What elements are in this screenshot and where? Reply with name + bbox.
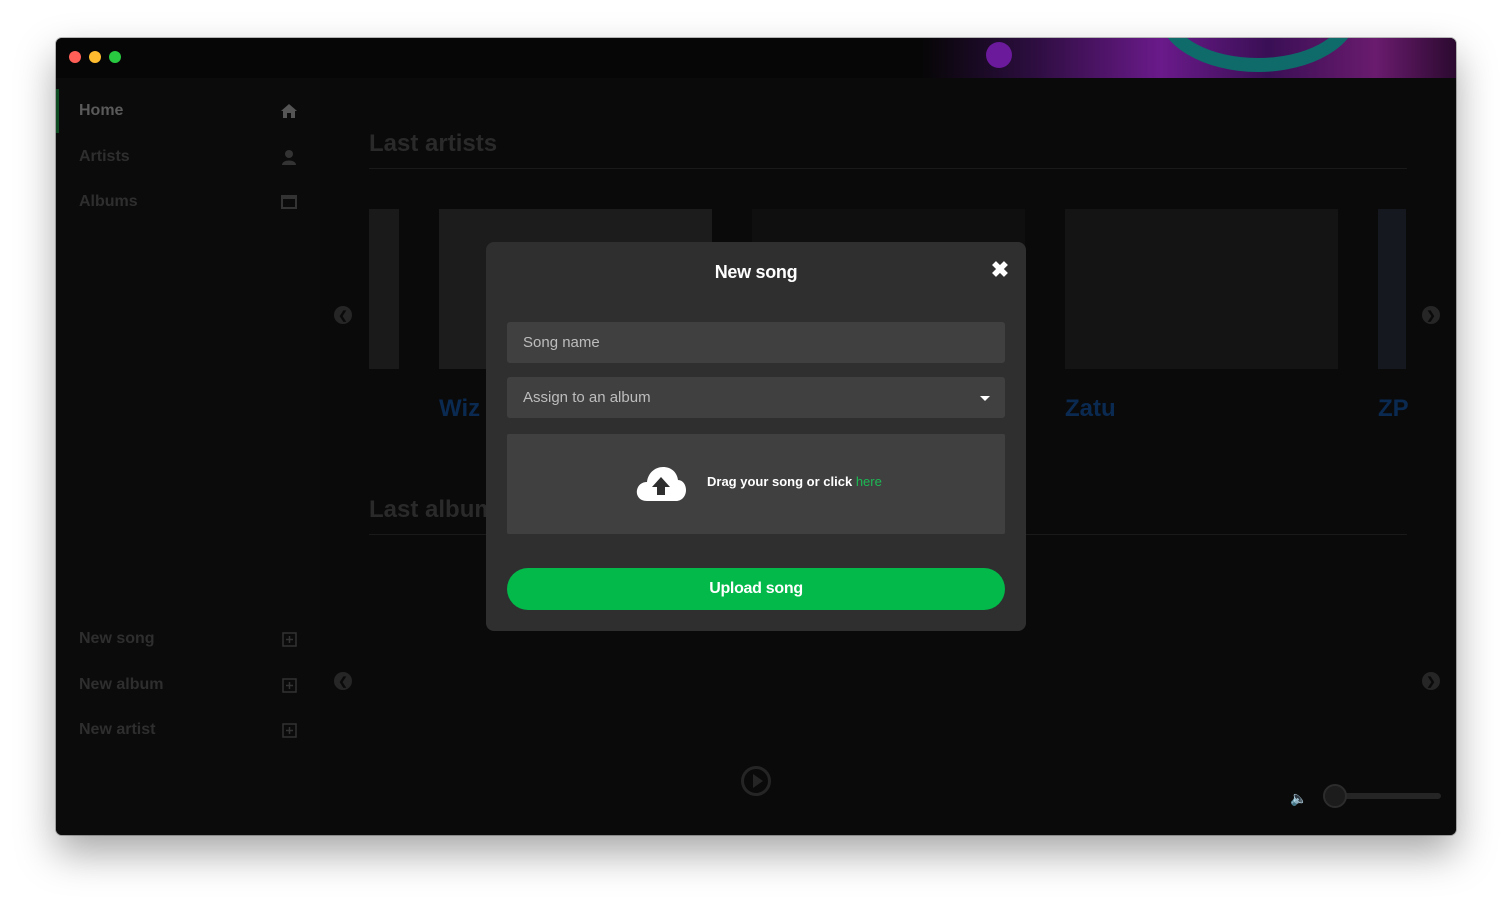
close-window-button[interactable] [69,51,81,63]
sidebar-item-new-song[interactable]: New song [56,617,320,661]
minimize-window-button[interactable] [89,51,101,63]
browse-file-link[interactable]: here [856,474,882,489]
sidebar-item-artists[interactable]: Artists [56,135,320,179]
album-select[interactable]: Assign to an album [507,377,1005,418]
cloud-upload-icon [636,467,686,501]
header-art-ring [1158,38,1358,72]
artist-name[interactable]: ZP [1378,395,1409,423]
artist-card-image[interactable] [369,209,399,369]
artist-name[interactable]: Wiz [439,395,480,423]
albums-prev-arrow-icon[interactable]: ❮ [334,672,352,690]
close-icon[interactable]: ✖ [990,259,1010,281]
play-button[interactable] [741,766,771,796]
albums-next-arrow-icon[interactable]: ❯ [1422,672,1440,690]
plus-square-icon [280,721,298,739]
artists-next-arrow-icon[interactable]: ❯ [1422,306,1440,324]
dropzone-text: Drag your song or click here [707,474,882,489]
sidebar-item-albums[interactable]: Albums [56,180,320,224]
dropzone-instructions: Drag your song or click [707,474,856,489]
sidebar-item-new-album[interactable]: New album [56,663,320,707]
sidebar-item-label: Home [79,102,124,119]
song-dropzone[interactable]: Drag your song or click here [507,434,1005,534]
header-art-dot [986,42,1012,68]
artist-name[interactable]: Zatu [1065,395,1116,423]
sidebar-item-label: Artists [79,148,130,165]
user-icon [280,148,298,166]
modal-title: New song [714,262,798,282]
plus-square-icon [280,630,298,648]
sidebar-item-home[interactable]: Home [56,89,320,133]
plus-square-icon [280,676,298,694]
volume-icon[interactable]: 🔈 [1290,790,1307,807]
sidebar: Home Artists Albums New song New album N… [56,78,320,835]
sidebar-item-label: New album [79,676,164,693]
caret-down-icon [980,396,990,401]
upload-song-button[interactable]: Upload song [507,568,1005,610]
last-artists-title: Last artists [369,130,498,157]
section-divider [369,168,1407,169]
maximize-window-button[interactable] [109,51,121,63]
sidebar-item-label: Albums [79,193,138,210]
artist-card-image[interactable] [1378,209,1406,369]
song-name-field [507,322,1005,363]
album-select-value: Assign to an album [523,389,651,406]
title-bar [56,38,1456,78]
sidebar-item-label: New artist [79,721,156,738]
new-song-modal: New song ✖ Assign to an album Drag your … [486,242,1026,631]
album-icon [280,193,298,211]
header-artwork [920,38,1456,78]
artists-prev-arrow-icon[interactable]: ❮ [334,306,352,324]
play-icon [752,774,763,788]
volume-slider-handle[interactable] [1323,784,1347,808]
artist-card-image[interactable] [1065,209,1338,369]
sidebar-item-label: New song [79,630,155,647]
home-icon [280,102,298,120]
song-name-input[interactable] [523,322,1005,363]
sidebar-item-new-artist[interactable]: New artist [56,708,320,752]
